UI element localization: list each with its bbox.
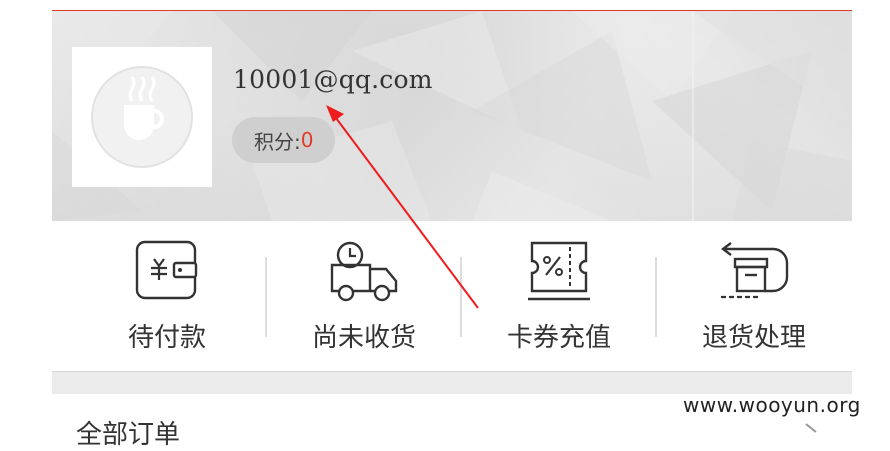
section-separator [52,371,852,394]
points-value: 0 [300,128,314,152]
avatar[interactable] [72,47,212,187]
profile-page: 10001@qq.com 积分: 0 待付款 尚未收货 卡券充值 退货处理 全部… [52,0,852,450]
menu-label-coupon-recharge: 卡券充值 [506,323,611,353]
profile-header: 10001@qq.com 积分: 0 [52,11,852,221]
menu-label-return-processing: 退货处理 [701,323,806,353]
delivery-truck-icon [330,241,398,302]
wallet-icon [135,240,198,300]
watermark: www.wooyun.org [683,393,861,417]
menu-item-not-received[interactable]: 尚未收货 [264,221,464,371]
menu-item-pending-payment[interactable]: 待付款 [67,221,267,371]
menu-label-pending-payment: 待付款 [127,323,206,353]
menu-item-return-processing[interactable]: 退货处理 [654,221,854,371]
user-email: 10001@qq.com [233,65,433,94]
menu-label-not-received: 尚未收货 [311,323,416,353]
points-badge[interactable]: 积分: 0 [232,117,336,163]
coffee-cup-icon [91,66,193,168]
coupon-ticket-icon [528,241,590,301]
menu-item-coupon-recharge[interactable]: 卡券充值 [459,221,659,371]
chevron-down-icon [805,423,817,433]
all-orders-link[interactable]: 全部订单 [76,414,180,451]
order-shortcut-menu: 待付款 尚未收货 卡券充值 退货处理 [52,221,852,371]
points-label: 积分: [254,129,301,154]
return-box-icon [721,242,789,299]
